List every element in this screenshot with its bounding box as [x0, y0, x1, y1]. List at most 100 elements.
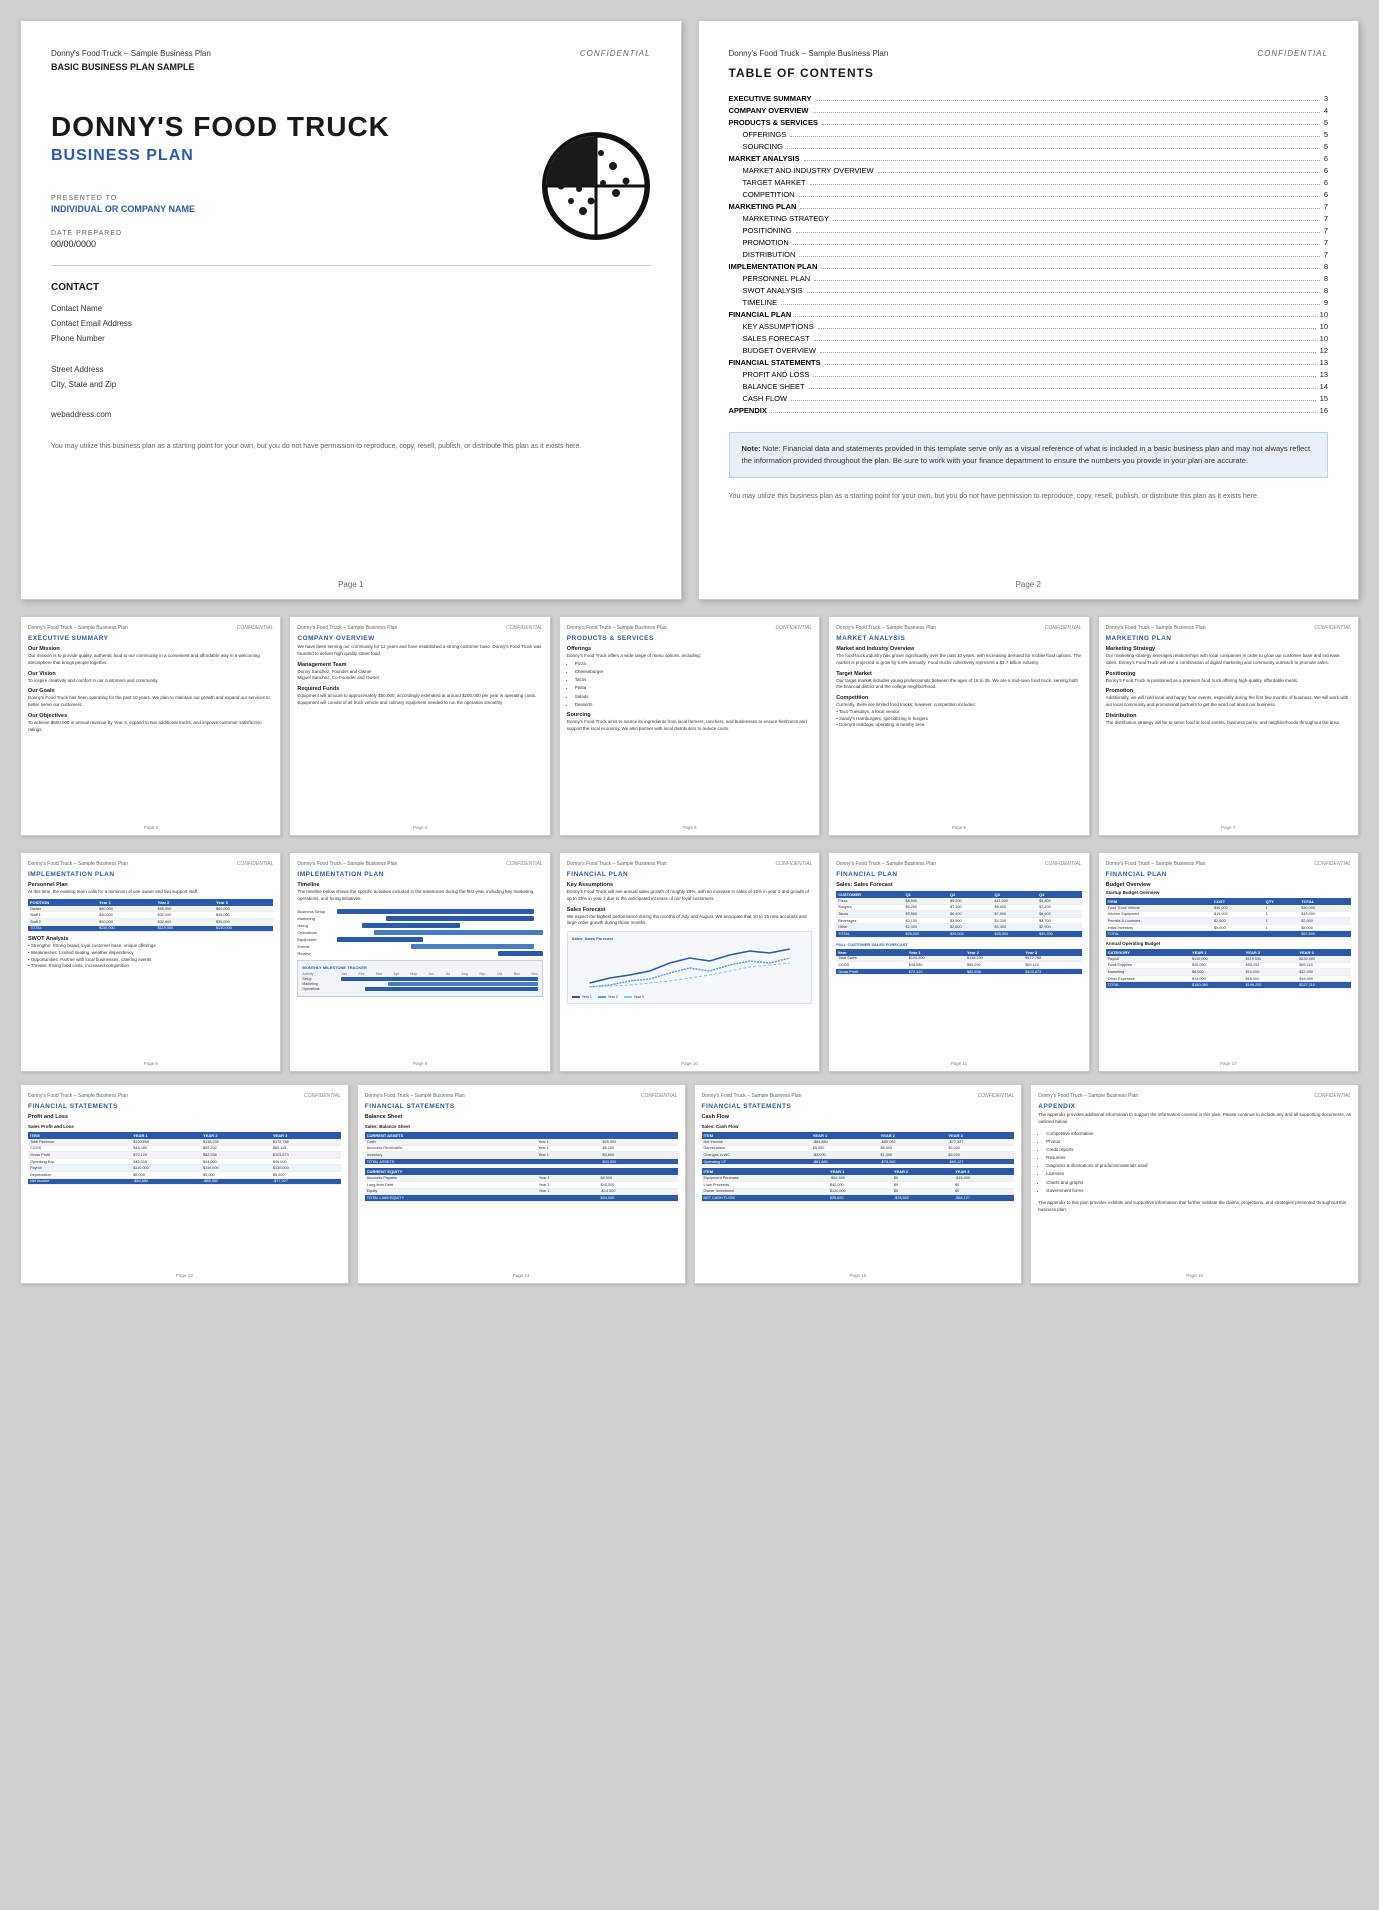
sp10-footer: Page 10	[560, 1061, 819, 1066]
small-page-4: Donny's Food Truck – Sample Business Pla…	[289, 616, 550, 836]
page-1: Donny's Food Truck – Sample Business Pla…	[20, 20, 682, 600]
sp14-assets-table: CURRENT ASSETS CashYear 1$25,000 Account…	[365, 1132, 678, 1165]
page2-brand: Donny's Food Truck – Sample Business Pla…	[729, 49, 889, 58]
sp4-funds: Equipment will amount to approximately $…	[297, 693, 542, 707]
sp6-brand: Donny's Food Truck – Sample Business Pla…	[836, 625, 936, 631]
sp11-footer: Page 11	[829, 1061, 1088, 1066]
small-page-13: Donny's Food Truck – Sample Business Pla…	[20, 1084, 349, 1284]
sp8-swot-w: • Weaknesses: Limited seating, weather d…	[28, 950, 273, 957]
sp16-intro: The appendix provides additional informa…	[1038, 1112, 1351, 1126]
toc-item: MARKETING STRATEGY7	[729, 212, 1329, 224]
sp12-conf: CONFIDENTIAL	[1314, 861, 1351, 867]
small-page-5: Donny's Food Truck – Sample Business Pla…	[559, 616, 820, 836]
sp11-chart-label: FULL CUSTOMER SALES FORECAST	[836, 942, 1081, 947]
toc-item: BUDGET OVERVIEW12	[729, 344, 1329, 356]
sp5-offerings-list: Pizza Cheeseburger Tacos Pasta Salads De…	[575, 660, 812, 708]
sp9-brand: Donny's Food Truck – Sample Business Pla…	[297, 861, 397, 867]
sp13-conf: CONFIDENTIAL	[304, 1093, 341, 1099]
sp4-section: COMPANY OVERVIEW	[297, 635, 542, 642]
sp4-conf: CONFIDENTIAL	[506, 625, 543, 631]
sp9-conf: CONFIDENTIAL	[506, 861, 543, 867]
page1-disclaimer: You may utilize this business plan as a …	[51, 442, 651, 453]
sp7-promo: Additionally, we will hold local and hap…	[1106, 695, 1351, 709]
sp5-off-title: Offerings	[567, 646, 812, 652]
sp14-footer: Page 14	[358, 1273, 685, 1278]
sp11-section: FINANCIAL PLAN	[836, 871, 1081, 878]
toc-item: MARKETING PLAN7	[729, 200, 1329, 212]
toc-item: MARKET ANALYSIS6	[729, 152, 1329, 164]
sp3-mission: Our mission is to provide quality, authe…	[28, 653, 273, 667]
sp10-brand: Donny's Food Truck – Sample Business Pla…	[567, 861, 667, 867]
small-page-8: Donny's Food Truck – Sample Business Pla…	[20, 852, 281, 1072]
sp16-list: Competitive information Photos Credit re…	[1046, 1130, 1351, 1195]
sp8-swot-s: • Strengths: Strong brand, loyal custome…	[28, 943, 273, 950]
sp12-budget-title: Budget Overview	[1106, 882, 1351, 888]
sp5-offerings: Donny's Food Truck offers a wide range o…	[567, 653, 812, 660]
note-box: Note: Note: Financial data and statement…	[729, 432, 1329, 478]
sp12-startup-table: ITEMCOSTQTYTOTAL Food Truck Vehicle$30,0…	[1106, 898, 1351, 938]
sp7-conf: CONFIDENTIAL	[1314, 625, 1351, 631]
toc-item: TARGET MARKET6	[729, 176, 1329, 188]
toc-item: SWOT ANALYSIS8	[729, 284, 1329, 296]
toc-item: KEY ASSUMPTIONS10	[729, 320, 1329, 332]
sp13-brand: Donny's Food Truck – Sample Business Pla…	[28, 1093, 128, 1099]
small-page-3: Donny's Food Truck – Sample Business Pla…	[20, 616, 281, 836]
small-pages-row-1: Donny's Food Truck – Sample Business Pla…	[20, 616, 1359, 836]
toc-item: CASH FLOW15	[729, 392, 1329, 404]
sp4-mgmt-title: Management Team	[297, 662, 542, 668]
toc-title: TABLE OF CONTENTS	[729, 66, 1329, 80]
sp9-footer: Page 9	[290, 1061, 549, 1066]
small-page-6: Donny's Food Truck – Sample Business Pla…	[828, 616, 1089, 836]
sp6-tgt: Our target market includes young profess…	[836, 678, 1081, 692]
sp8-swot-t: • Threats: Rising food costs, increased …	[28, 963, 273, 970]
sp5-footer: Page 5	[560, 825, 819, 830]
contact-title: CONTACT	[51, 282, 651, 293]
small-page-10: Donny's Food Truck – Sample Business Pla…	[559, 852, 820, 1072]
sp15-cf-table: ITEMYEAR 1YEAR 2YEAR 3 Net Income-$84,88…	[702, 1132, 1015, 1165]
toc-item: POSITIONING7	[729, 224, 1329, 236]
page1-confidential: CONFIDENTIAL	[580, 49, 651, 58]
page2-confidential: CONFIDENTIAL	[1257, 49, 1328, 58]
sales-line-chart	[572, 943, 807, 988]
sp11-conf: CONFIDENTIAL	[1045, 861, 1082, 867]
small-page-9: Donny's Food Truck – Sample Business Pla…	[289, 852, 550, 1072]
sp12-section: FINANCIAL PLAN	[1106, 871, 1351, 878]
toc-item: APPENDIX16	[729, 404, 1329, 416]
sp6-conf: CONFIDENTIAL	[1045, 625, 1082, 631]
page1-header: Donny's Food Truck – Sample Business Pla…	[51, 49, 651, 58]
toc-item: FINANCIAL PLAN10	[729, 308, 1329, 320]
sales-chart: Sales: Sales Forecast Year 1 Year 2 Year…	[567, 931, 812, 1004]
sp7-dist: The distribution strategy will be to ser…	[1106, 720, 1351, 727]
sp10-section: FINANCIAL PLAN	[567, 871, 812, 878]
timeline-visual: Business Setup Marketing Hiring Operatio…	[297, 909, 542, 956]
sp3-obj-title: Our Objectives	[28, 713, 273, 719]
sp13-section: FINANCIAL STATEMENTS	[28, 1103, 341, 1110]
sp8-swot-o: • Opportunities: Partner with local busi…	[28, 957, 273, 964]
toc-item: PERSONNEL PLAN8	[729, 272, 1329, 284]
sp14-conf: CONFIDENTIAL	[641, 1093, 678, 1099]
sp3-conf: CONFIDENTIAL	[237, 625, 274, 631]
small-pages-row-2: Donny's Food Truck – Sample Business Pla…	[20, 852, 1359, 1072]
sp8-table: POSITIONYear 1Year 2Year 3 Owner$50,000$…	[28, 899, 273, 932]
toc-item: OFFERINGS5	[729, 128, 1329, 140]
toc-item: TIMELINE9	[729, 296, 1329, 308]
sp4-funds-title: Required Funds	[297, 686, 542, 692]
sp6-comp: Currently, there are limited food trucks…	[836, 702, 1081, 729]
sp5-brand: Donny's Food Truck – Sample Business Pla…	[567, 625, 667, 631]
sp12-startup-title: Startup Budget Overview	[1106, 890, 1351, 895]
sp8-footer: Page 8	[21, 1061, 280, 1066]
sp3-goals: Donny's Food Truck has been operating fo…	[28, 695, 273, 709]
sp12-brand: Donny's Food Truck – Sample Business Pla…	[1106, 861, 1206, 867]
toc-item: SOURCING5	[729, 140, 1329, 152]
sp10-key-title: Key Assumptions	[567, 882, 812, 888]
sp7-promo-title: Promotion	[1106, 688, 1351, 694]
toc-item: COMPANY OVERVIEW4	[729, 104, 1329, 116]
sp8-conf: CONFIDENTIAL	[237, 861, 274, 867]
sp13-pl-sub: Sales Profit and Loss	[28, 1124, 341, 1129]
sp5-sourcing: Donny's Food Truck aims to source its in…	[567, 719, 812, 733]
gantt-chart: MONTHLY MILESTONE TRACKER Activity JanFe…	[297, 960, 542, 997]
sp3-goals-title: Our Goals	[28, 688, 273, 694]
sp6-tgt-title: Target Market	[836, 671, 1081, 677]
toc-item: SALES FORECAST10	[729, 332, 1329, 344]
sp14-bs-title: Balance Sheet	[365, 1114, 678, 1120]
